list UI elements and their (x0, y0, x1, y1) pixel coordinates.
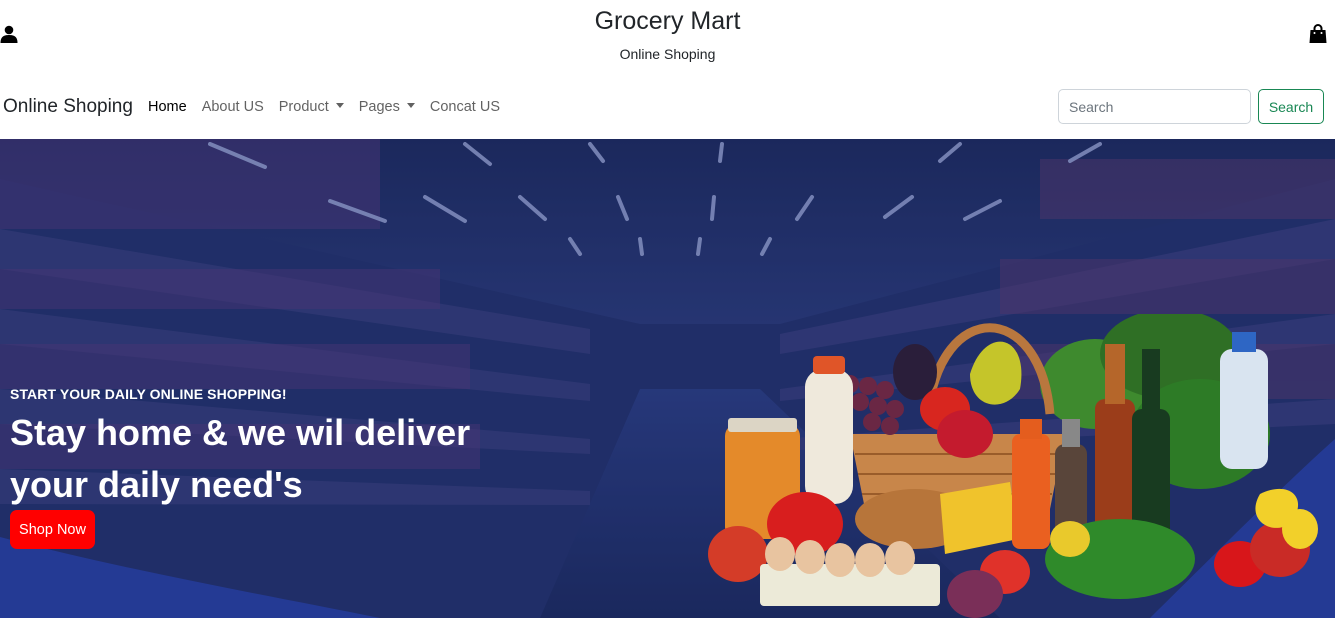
site-title: Grocery Mart (594, 7, 741, 35)
caret-down-icon (406, 103, 415, 108)
search-input[interactable] (1058, 89, 1251, 124)
nav-links: Home About US Product Pages Concat US (148, 99, 515, 115)
nav-link-home[interactable]: Home (148, 99, 187, 115)
hero-kicker: START YOUR DAILY ONLINE SHOPPING! (10, 386, 287, 402)
shop-now-button[interactable]: Shop Now (10, 510, 95, 549)
shopping-bag-icon[interactable] (1309, 24, 1327, 44)
site-header: Grocery Mart Online Shoping (0, 0, 1335, 80)
nav-dropdown-pages-label: Pages (358, 99, 400, 115)
nav-dropdown-pages[interactable]: Pages (359, 99, 415, 115)
navbar-brand[interactable]: Online Shoping (3, 96, 133, 118)
nav-link-contact[interactable]: Concat US (430, 99, 500, 115)
main-navbar: Online Shoping Home About US Product Pag… (0, 82, 1335, 134)
nav-dropdown-product[interactable]: Product (279, 99, 344, 115)
grocery-basket-image (708, 314, 1318, 618)
site-subtitle: Online Shoping (619, 46, 716, 62)
hero-heading: Stay home & we wil deliver your daily ne… (10, 412, 471, 505)
hero-banner: START YOUR DAILY ONLINE SHOPPING! Stay h… (0, 139, 1335, 618)
caret-down-icon (335, 103, 344, 108)
nav-link-about[interactable]: About US (202, 99, 264, 115)
search-button[interactable]: Search (1258, 89, 1324, 124)
nav-dropdown-product-label: Product (278, 99, 329, 115)
